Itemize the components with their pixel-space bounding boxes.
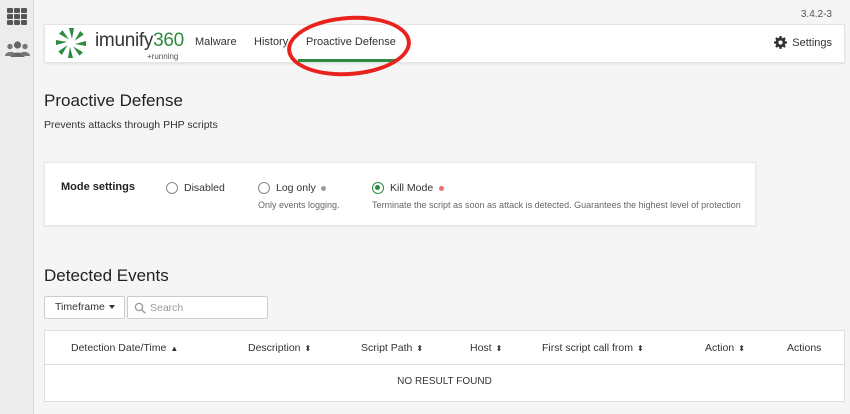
- nav-tab-malware[interactable]: Malware: [195, 36, 237, 48]
- settings-button[interactable]: Settings: [774, 36, 832, 49]
- option-label-disabled: Disabled: [184, 182, 225, 194]
- table-header: Detection Date/Time ▲ Description ⬍ Script…: [45, 331, 844, 365]
- search-box: [127, 296, 268, 319]
- detected-events-title: Detected Events: [44, 266, 169, 285]
- column-detection-date[interactable]: Detection Date/Time ▲: [71, 342, 178, 354]
- empty-state-text: NO RESULT FOUND: [397, 376, 492, 387]
- radio-log-only[interactable]: [258, 182, 270, 194]
- column-host[interactable]: Host ⬍: [470, 342, 502, 354]
- option-desc-log-only: Only events logging.: [258, 200, 340, 210]
- status-running: +running: [147, 52, 179, 61]
- events-table: Detection Date/Time ▲ Description ⬍ Script…: [44, 330, 845, 402]
- apps-grid-icon[interactable]: [7, 8, 27, 26]
- column-actions: Actions: [787, 342, 822, 354]
- sort-icon: ⬍: [738, 344, 745, 353]
- column-first-script-call[interactable]: First script call from ⬍: [542, 342, 644, 354]
- sort-icon: ⬍: [304, 344, 312, 353]
- timeframe-label: Timeframe: [55, 301, 105, 313]
- search-icon: [134, 302, 146, 314]
- sort-asc-icon: ▲: [170, 344, 179, 353]
- users-icon[interactable]: [5, 40, 30, 58]
- search-input[interactable]: [150, 300, 262, 315]
- sort-icon: ⬍: [416, 344, 424, 353]
- option-label-log-only: Log only: [276, 182, 316, 194]
- column-script-path[interactable]: Script Path ⬍: [361, 342, 423, 354]
- log-only-status-dot: [321, 186, 326, 191]
- sort-icon: ⬍: [637, 344, 644, 353]
- highlight-annotation: [285, 11, 413, 81]
- gear-icon: [774, 36, 788, 49]
- radio-kill-mode[interactable]: [372, 182, 384, 194]
- caret-down-icon: [108, 305, 115, 310]
- left-sidebar: [0, 0, 34, 414]
- timeframe-dropdown[interactable]: Timeframe: [44, 296, 125, 319]
- sort-icon: ⬍: [495, 344, 503, 353]
- radio-disabled[interactable]: [166, 182, 178, 194]
- column-action[interactable]: Action ⬍: [705, 342, 745, 354]
- option-desc-kill-mode: Terminate the script as soon as attack i…: [372, 200, 741, 210]
- option-label-kill-mode: Kill Mode: [390, 182, 434, 194]
- settings-label: Settings: [792, 36, 832, 49]
- kill-mode-status-dot: [439, 186, 444, 191]
- imunify-logo-icon: [56, 28, 86, 58]
- mode-settings-label: Mode settings: [61, 181, 135, 193]
- column-description[interactable]: Description ⬍: [248, 342, 311, 354]
- nav-tab-history[interactable]: History: [254, 36, 288, 48]
- brand-name: imunify360: [95, 30, 184, 51]
- top-navigation: imunify360 +running Malware History Proa…: [44, 24, 845, 63]
- page-title: Proactive Defense: [44, 91, 183, 110]
- version-label: 3.4.2-3: [800, 9, 832, 20]
- mode-settings-card: Mode settings Disabled Log only Only eve…: [44, 162, 756, 226]
- page-subtitle: Prevents attacks through PHP scripts: [44, 119, 218, 131]
